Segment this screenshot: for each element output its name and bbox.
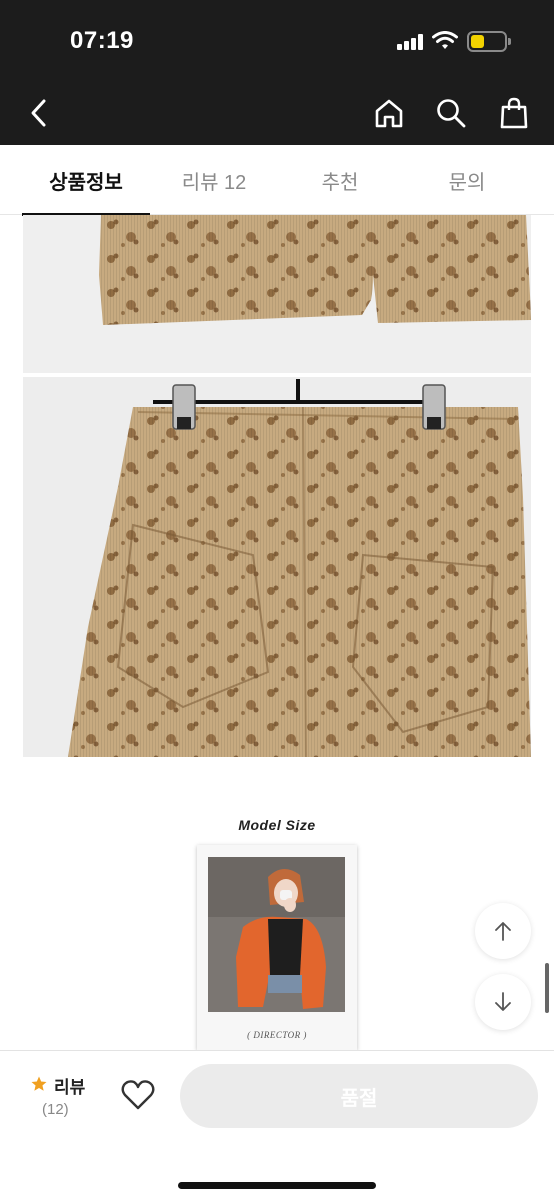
review-count: (12) [42,1101,69,1118]
cart-button[interactable] [497,96,531,130]
nav-bar [0,82,554,145]
review-summary[interactable]: 리뷰 (12) [30,1071,100,1121]
scroll-top-button[interactable] [475,903,531,959]
heart-icon [121,1080,155,1110]
product-detail-content: Model Size ( DIRECTOR ) [0,215,554,1050]
model-polaroid: ( DIRECTOR ) [197,845,357,1050]
model-photo [208,857,345,1012]
soldout-button[interactable]: 품절 [180,1064,538,1128]
product-photo-hem [23,215,531,373]
home-button[interactable] [372,96,406,130]
battery-icon [467,31,511,52]
shopping-bag-icon [500,97,528,129]
scrollbar[interactable] [545,963,549,1013]
home-indicator [178,1182,376,1189]
wifi-icon [432,31,458,49]
model-size-title: Model Size [238,817,316,833]
arrow-up-icon [495,922,511,941]
review-label: 리뷰 [54,1078,86,1097]
back-button[interactable] [22,96,56,130]
home-icon [375,99,403,128]
search-icon [437,99,466,128]
search-button[interactable] [434,96,468,130]
wishlist-button[interactable] [120,1078,156,1112]
model-caption: ( DIRECTOR ) [247,1030,307,1040]
arrow-down-icon [495,992,511,1011]
tab-product-info[interactable]: 상품정보 [22,145,150,216]
cellular-signal-icon [397,34,427,50]
back-icon [31,99,46,127]
tab-inquiry[interactable]: 문의 [403,145,531,215]
status-bar: 07:19 [0,0,554,82]
product-photo-back [23,377,531,757]
product-tabs: 상품정보 리뷰 12 추천 문의 [0,145,554,216]
app-header: 07:19 [0,0,554,145]
star-icon [31,1076,47,1091]
tab-reviews[interactable]: 리뷰 12 [150,145,278,215]
scroll-bottom-button[interactable] [475,974,531,1030]
status-time: 07:19 [70,27,134,54]
tab-recommend[interactable]: 추천 [276,145,404,215]
bottom-action-bar: 리뷰 (12) 품절 [0,1050,554,1200]
